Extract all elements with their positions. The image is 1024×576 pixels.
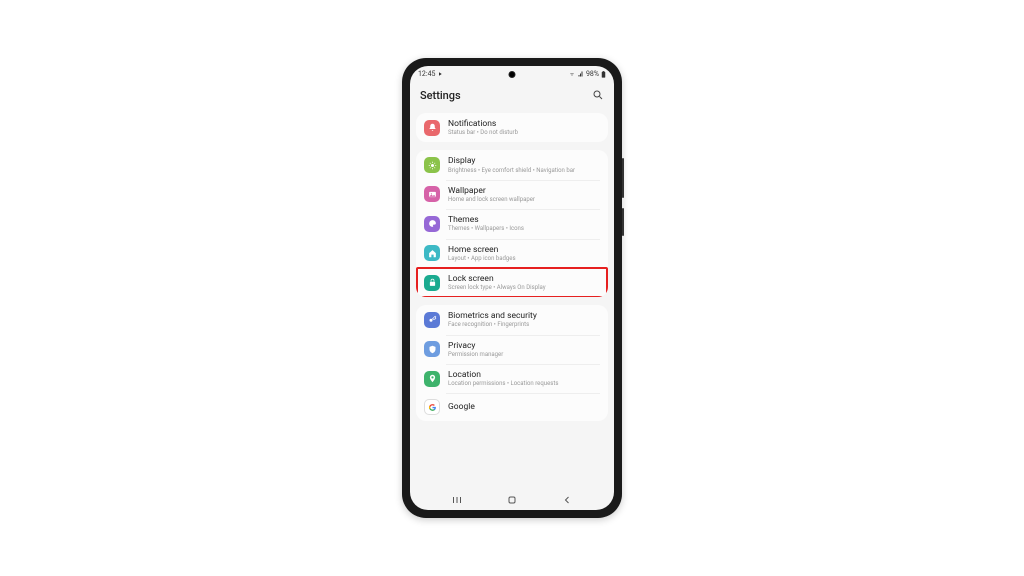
item-title: Google: [448, 402, 600, 412]
item-text: Home screenLayout • App icon badges: [448, 245, 600, 262]
wifi-icon: [568, 71, 576, 77]
item-text: Biometrics and securityFace recognition …: [448, 311, 600, 328]
settings-item-wallpaper[interactable]: WallpaperHome and lock screen wallpaper: [416, 180, 608, 209]
item-title: Lock screen: [448, 274, 600, 284]
screen: 12:45 98% Settings NotificationsStatus b…: [410, 66, 614, 510]
item-subtitle: Screen lock type • Always On Display: [448, 284, 600, 291]
settings-item-biometrics[interactable]: Biometrics and securityFace recognition …: [416, 305, 608, 334]
power-button: [622, 208, 624, 236]
home-icon: [424, 245, 440, 261]
item-subtitle: Layout • App icon badges: [448, 255, 600, 262]
page-title: Settings: [420, 89, 461, 102]
battery-icon: [601, 71, 606, 78]
home-nav-icon: [506, 494, 518, 506]
item-title: Home screen: [448, 245, 600, 255]
settings-group: DisplayBrightness • Eye comfort shield •…: [416, 150, 608, 297]
settings-item-privacy[interactable]: PrivacyPermission manager: [416, 335, 608, 364]
settings-item-location[interactable]: LocationLocation permissions • Location …: [416, 364, 608, 393]
bell-icon: [424, 120, 440, 136]
pin-icon: [424, 371, 440, 387]
item-subtitle: Status bar • Do not disturb: [448, 129, 600, 136]
key-icon: [424, 312, 440, 328]
nav-bar: [410, 490, 614, 510]
item-text: LocationLocation permissions • Location …: [448, 370, 600, 387]
item-text: DisplayBrightness • Eye comfort shield •…: [448, 156, 600, 173]
item-title: Notifications: [448, 119, 600, 129]
settings-item-homescreen[interactable]: Home screenLayout • App icon badges: [416, 239, 608, 268]
item-text: WallpaperHome and lock screen wallpaper: [448, 186, 600, 203]
item-title: Privacy: [448, 341, 600, 351]
volume-button: [622, 158, 624, 198]
palette-icon: [424, 216, 440, 232]
item-title: Location: [448, 370, 600, 380]
search-icon: [592, 89, 604, 101]
battery-text: 98%: [586, 70, 599, 78]
settings-group: NotificationsStatus bar • Do not disturb: [416, 113, 608, 142]
recents-icon: [451, 494, 463, 506]
item-text: ThemesThemes • Wallpapers • Icons: [448, 215, 600, 232]
sun-icon: [424, 157, 440, 173]
item-title: Wallpaper: [448, 186, 600, 196]
item-title: Display: [448, 156, 600, 166]
item-subtitle: Location permissions • Location requests: [448, 380, 600, 387]
item-subtitle: Face recognition • Fingerprints: [448, 321, 600, 328]
item-title: Biometrics and security: [448, 311, 600, 321]
shield-icon: [424, 341, 440, 357]
google-icon: [424, 399, 440, 415]
settings-list[interactable]: NotificationsStatus bar • Do not disturb…: [410, 113, 614, 490]
search-button[interactable]: [592, 86, 604, 105]
item-subtitle: Home and lock screen wallpaper: [448, 196, 600, 203]
home-button[interactable]: [502, 494, 522, 506]
header: Settings: [410, 82, 614, 113]
item-text: Lock screenScreen lock type • Always On …: [448, 274, 600, 291]
recents-button[interactable]: [447, 494, 467, 506]
settings-item-themes[interactable]: ThemesThemes • Wallpapers • Icons: [416, 209, 608, 238]
item-subtitle: Brightness • Eye comfort shield • Naviga…: [448, 167, 600, 174]
settings-item-display[interactable]: DisplayBrightness • Eye comfort shield •…: [416, 150, 608, 179]
front-camera: [509, 71, 516, 78]
status-indicator-icon: [437, 71, 443, 77]
item-title: Themes: [448, 215, 600, 225]
image-icon: [424, 186, 440, 202]
back-icon: [561, 494, 573, 506]
item-subtitle: Permission manager: [448, 351, 600, 358]
settings-item-lockscreen[interactable]: Lock screenScreen lock type • Always On …: [416, 268, 608, 297]
item-text: Google: [448, 402, 600, 412]
status-time: 12:45: [418, 70, 435, 78]
item-text: PrivacyPermission manager: [448, 341, 600, 358]
signal-icon: [578, 71, 584, 77]
settings-group: Biometrics and securityFace recognition …: [416, 305, 608, 421]
settings-item-notifications[interactable]: NotificationsStatus bar • Do not disturb: [416, 113, 608, 142]
settings-item-google[interactable]: Google: [416, 393, 608, 421]
item-text: NotificationsStatus bar • Do not disturb: [448, 119, 600, 136]
phone-frame: 12:45 98% Settings NotificationsStatus b…: [402, 58, 622, 518]
item-subtitle: Themes • Wallpapers • Icons: [448, 225, 600, 232]
back-button[interactable]: [557, 494, 577, 506]
lock-icon: [424, 275, 440, 291]
